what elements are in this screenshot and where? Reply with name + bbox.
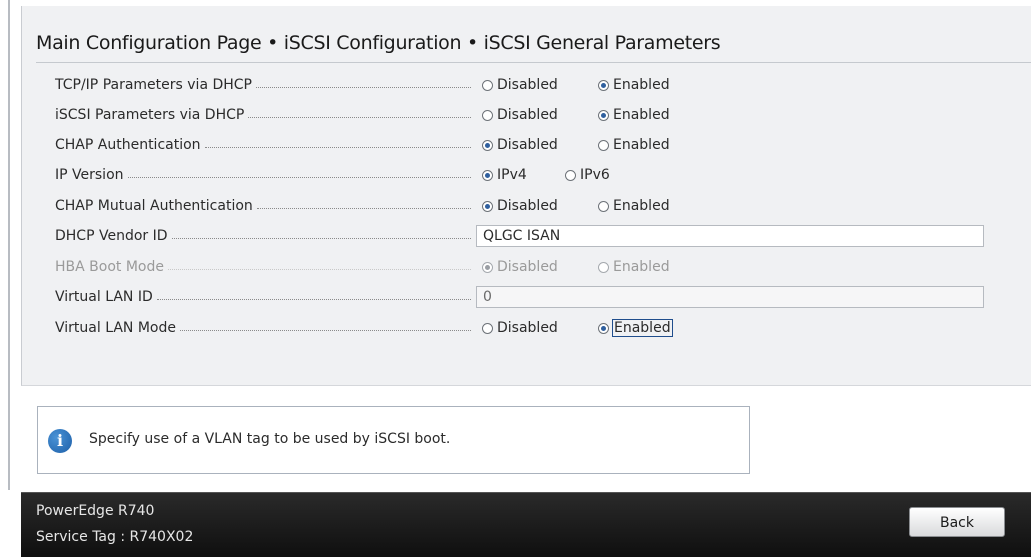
radio-ip-version-ipv6[interactable]: IPv6 (565, 164, 610, 186)
setting-label: Virtual LAN ID (55, 289, 153, 305)
setting-label: HBA Boot Mode (55, 259, 164, 275)
radio-selected-icon (482, 200, 493, 212)
setting-label: Virtual LAN Mode (55, 320, 176, 336)
dotted-leader (127, 176, 471, 178)
page-title: Main Configuration Page • iSCSI Configur… (36, 32, 721, 54)
setting-label: CHAP Authentication (55, 137, 201, 153)
radio-unselected-icon (482, 79, 493, 91)
radio-vlan-mode-disabled[interactable]: Disabled (482, 317, 558, 339)
radio-chap-auth-disabled[interactable]: Disabled (482, 134, 558, 156)
setting-row-chap-mutual: CHAP Mutual Authentication Disabled Enab… (55, 195, 1031, 217)
radio-selected-icon (482, 169, 493, 181)
radio-unselected-icon (482, 322, 493, 334)
radio-unselected-icon (598, 261, 609, 273)
radio-chap-auth-enabled[interactable]: Enabled (598, 134, 670, 156)
setting-row-tcpip-dhcp: TCP/IP Parameters via DHCP Disabled Enab… (55, 74, 1031, 96)
system-model: PowerEdge R740 (36, 503, 155, 519)
radio-iscsi-dhcp-enabled[interactable]: Enabled (598, 104, 670, 126)
radio-hba-boot-disabled: Disabled (482, 256, 558, 278)
setting-label: CHAP Mutual Authentication (55, 198, 253, 214)
radio-hba-boot-enabled: Enabled (598, 256, 670, 278)
radio-tcpip-dhcp-enabled[interactable]: Enabled (598, 74, 670, 96)
dotted-leader (204, 146, 471, 148)
radio-chap-mutual-disabled[interactable]: Disabled (482, 195, 558, 217)
config-panel: Main Configuration Page • iSCSI Configur… (21, 6, 1031, 386)
setting-row-chap-auth: CHAP Authentication Disabled Enabled (55, 134, 1031, 156)
radio-vlan-mode-enabled[interactable]: Enabled (598, 317, 673, 339)
dotted-leader (256, 86, 471, 88)
info-icon: i (48, 429, 72, 453)
dotted-leader (248, 116, 471, 118)
radio-tcpip-dhcp-disabled[interactable]: Disabled (482, 74, 558, 96)
help-text: Specify use of a VLAN tag to be used by … (89, 431, 451, 447)
footer-bar: PowerEdge R740 Service Tag : R740X02 Bac… (21, 492, 1031, 557)
setting-row-vlan-id: Virtual LAN ID 0 (55, 286, 1031, 308)
vlan-id-input[interactable]: 0 (476, 286, 984, 308)
radio-selected-icon (598, 79, 609, 91)
dhcp-vendor-id-input[interactable]: QLGC ISAN (476, 225, 984, 247)
radio-unselected-icon (598, 139, 609, 151)
setting-label: TCP/IP Parameters via DHCP (55, 77, 252, 93)
setting-label: DHCP Vendor ID (55, 228, 168, 244)
dotted-leader (171, 237, 471, 239)
dotted-leader (167, 268, 471, 270)
setting-label: IP Version (55, 167, 124, 183)
dotted-leader (256, 207, 471, 209)
radio-selected-icon (598, 109, 609, 121)
service-tag: Service Tag : R740X02 (36, 529, 194, 545)
radio-selected-icon (482, 139, 493, 151)
setting-row-hba-boot-mode: HBA Boot Mode Disabled Enabled (55, 256, 1031, 278)
help-panel: i Specify use of a VLAN tag to be used b… (37, 406, 750, 474)
setting-row-ip-version: IP Version IPv4 IPv6 (55, 164, 1031, 186)
radio-unselected-icon (598, 200, 609, 212)
bios-setup-screen: Main Configuration Page • iSCSI Configur… (0, 0, 1031, 557)
left-border (8, 0, 10, 490)
setting-row-iscsi-dhcp: iSCSI Parameters via DHCP Disabled Enabl… (55, 104, 1031, 126)
back-button[interactable]: Back (909, 507, 1005, 537)
dotted-leader (179, 329, 471, 331)
dotted-leader (156, 298, 471, 300)
radio-selected-icon (482, 261, 493, 273)
radio-chap-mutual-enabled[interactable]: Enabled (598, 195, 670, 217)
setting-row-vlan-mode: Virtual LAN Mode Disabled Enabled (55, 317, 1031, 339)
setting-label: iSCSI Parameters via DHCP (55, 107, 245, 123)
radio-iscsi-dhcp-disabled[interactable]: Disabled (482, 104, 558, 126)
title-divider (36, 62, 1031, 63)
radio-unselected-icon (482, 109, 493, 121)
radio-unselected-icon (565, 169, 576, 181)
radio-selected-icon (598, 322, 609, 334)
setting-row-dhcp-vendor-id: DHCP Vendor ID QLGC ISAN (55, 225, 1031, 247)
radio-ip-version-ipv4[interactable]: IPv4 (482, 164, 527, 186)
